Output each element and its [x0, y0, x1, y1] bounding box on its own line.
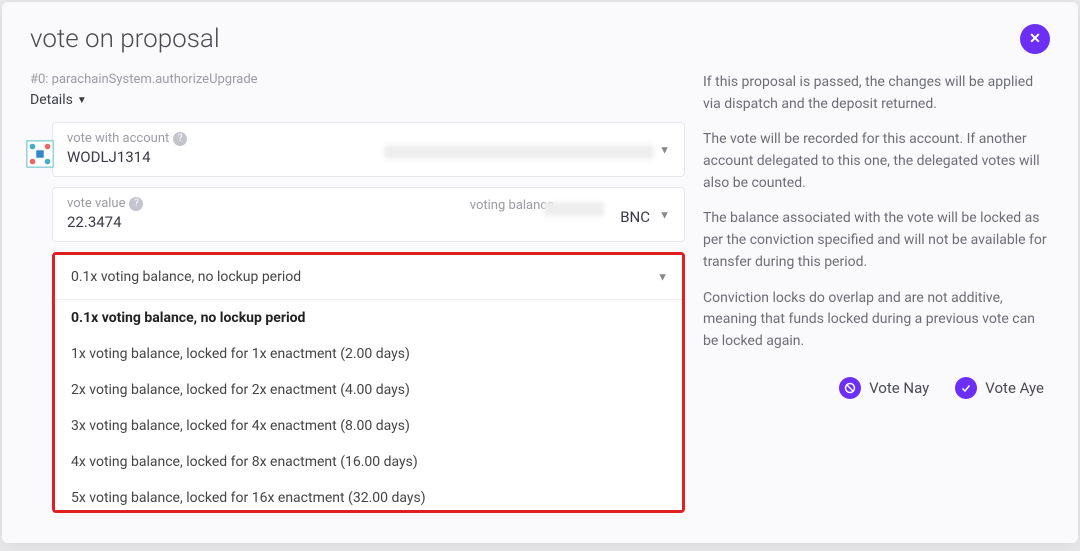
help-icon[interactable]: ? [129, 197, 143, 211]
vote-value-label: vote value [67, 196, 125, 211]
info-paragraph: The vote will be recorded for this accou… [703, 129, 1050, 194]
conviction-option[interactable]: 3x voting balance, locked for 4x enactme… [55, 408, 682, 444]
caret-down-icon[interactable]: ▼ [659, 143, 670, 156]
account-address-redacted [384, 145, 654, 159]
account-label: vote with account [67, 131, 169, 146]
info-panel: If this proposal is passed, the changes … [703, 72, 1050, 513]
vote-nay-label: Vote Nay [869, 377, 929, 400]
account-identicon-icon [25, 139, 55, 169]
conviction-option[interactable]: 0.1x voting balance, no lockup period [55, 300, 682, 336]
conviction-option[interactable]: 4x voting balance, locked for 8x enactme… [55, 444, 682, 480]
info-paragraph: The balance associated with the vote wil… [703, 208, 1050, 273]
details-toggle[interactable]: Details ▼ [30, 92, 87, 108]
info-paragraph: If this proposal is passed, the changes … [703, 72, 1050, 115]
close-icon: ✕ [1029, 31, 1041, 47]
vote-value-field[interactable]: vote value ? voting balance 22.3474 BNC … [52, 187, 685, 242]
close-button[interactable]: ✕ [1020, 24, 1050, 54]
conviction-options-list[interactable]: 0.1x voting balance, no lockup period 1x… [55, 300, 682, 510]
conviction-selected-label: 0.1x voting balance, no lockup period [71, 269, 301, 285]
details-label: Details [30, 92, 73, 108]
modal-title: vote on proposal [30, 24, 220, 54]
proposal-id-label: #0: parachainSystem.authorizeUpgrade [30, 72, 685, 87]
conviction-option[interactable]: 1x voting balance, locked for 1x enactme… [55, 336, 682, 372]
conviction-dropdown[interactable]: 0.1x voting balance, no lockup period ▼ … [52, 252, 685, 513]
vote-aye-label: Vote Aye [985, 377, 1044, 400]
vote-aye-button[interactable]: Vote Aye [955, 377, 1044, 400]
voting-balance-label: voting balance [470, 198, 554, 213]
conviction-selected[interactable]: 0.1x voting balance, no lockup period ▼ [55, 255, 682, 300]
caret-down-icon: ▼ [657, 271, 668, 284]
conviction-option[interactable]: 2x voting balance, locked for 2x enactme… [55, 372, 682, 408]
ban-icon [839, 377, 861, 399]
caret-down-icon[interactable]: ▼ [659, 208, 670, 221]
balance-redacted [544, 202, 604, 216]
conviction-option[interactable]: 5x voting balance, locked for 16x enactm… [55, 480, 682, 510]
caret-down-icon: ▼ [77, 95, 87, 106]
help-icon[interactable]: ? [173, 132, 187, 146]
info-paragraph: Conviction locks do overlap and are not … [703, 288, 1050, 353]
vote-value-unit: BNC [620, 208, 650, 226]
account-field[interactable]: vote with account ? WODLJ1314 ▼ [52, 122, 685, 177]
vote-nay-button[interactable]: Vote Nay [839, 377, 929, 400]
check-icon [955, 377, 977, 399]
vote-modal: vote on proposal ✕ #0: parachainSystem.a… [2, 2, 1078, 543]
